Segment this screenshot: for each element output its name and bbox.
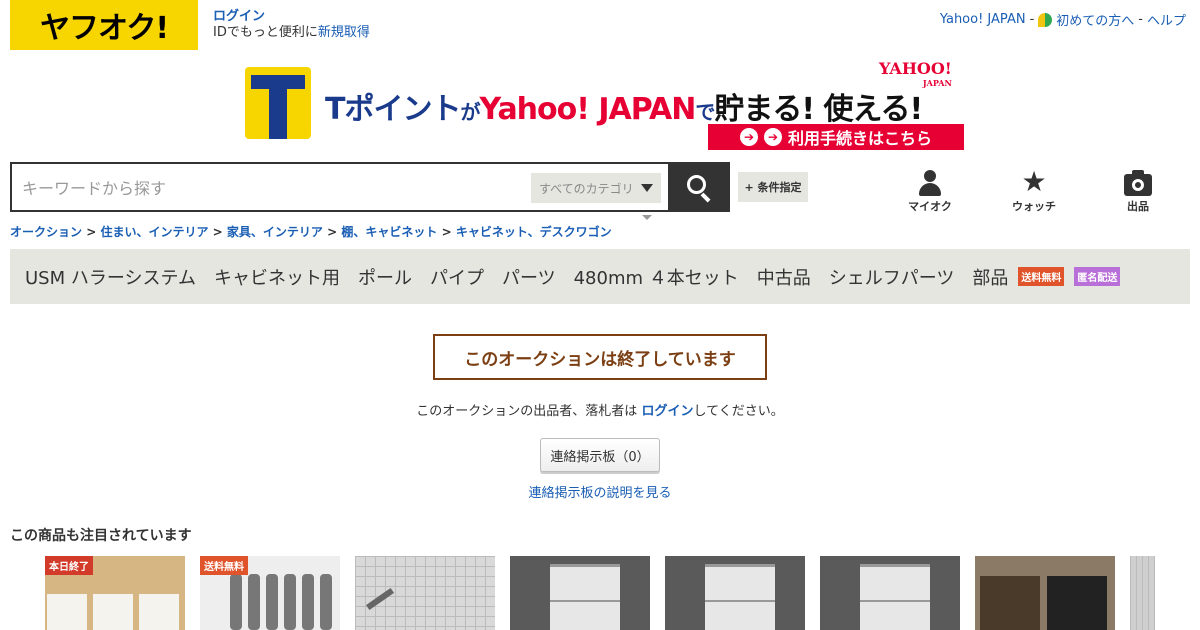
related-item-thumbnail[interactable]: 本日終了 — [45, 556, 185, 630]
related-item-thumbnail[interactable] — [510, 556, 650, 630]
search-bar: すべてのカテゴリ — [10, 162, 730, 212]
condition-button[interactable]: + 条件指定 — [738, 172, 808, 202]
message-board-button[interactable]: 連絡掲示板（0） — [540, 438, 660, 472]
related-item-thumbnail[interactable]: 送料無料 — [200, 556, 340, 630]
chevron-down-icon — [641, 184, 653, 192]
top-right-links: Yahoo! JAPAN - 初めての方へ - ヘルプ — [940, 10, 1186, 29]
yahuoku-logo[interactable]: ヤフオク! — [10, 0, 198, 50]
item-title-bar: USM ハラーシステム キャビネット用 ポール パイプ パーツ 480mm ４本… — [10, 249, 1190, 304]
search-box: すべてのカテゴリ — [10, 162, 670, 212]
auction-ended-banner: このオークションは終了しています — [433, 334, 767, 380]
beginners-link[interactable]: 初めての方へ — [1056, 10, 1134, 29]
tool-label: 出品 — [1127, 200, 1149, 213]
login-link[interactable]: ログイン — [213, 9, 370, 25]
anonymous-delivery-badge: 匿名配送 — [1074, 267, 1121, 286]
breadcrumb-item[interactable]: 家具、インテリア — [227, 225, 323, 239]
beginner-leaf-icon — [1038, 12, 1053, 27]
tool-label: ウォッチ — [1012, 200, 1056, 213]
my-auction-button[interactable]: マイオク — [900, 168, 960, 214]
message-board-help-link[interactable]: 連絡掲示板の説明を見る — [0, 482, 1200, 501]
breadcrumb-item[interactable]: 住まい、インテリア — [100, 225, 208, 239]
login-box: ログイン IDでもっと便利に新規取得 — [213, 9, 370, 41]
banner-headline: TポイントがYahoo! JAPANで貯まる! 使える! — [325, 92, 923, 127]
search-input[interactable] — [22, 174, 522, 202]
watch-button[interactable]: ★ ウォッチ — [1004, 168, 1064, 214]
free-shipping-tag: 送料無料 — [200, 556, 248, 575]
related-item-thumbnail[interactable] — [1130, 556, 1155, 630]
register-link[interactable]: 新規取得 — [318, 25, 370, 40]
id-text: IDでもっと便利に — [213, 25, 318, 40]
tpoint-card-icon — [245, 67, 311, 139]
related-item-thumbnail[interactable] — [975, 556, 1115, 630]
related-items-title: この商品も注目されています — [10, 528, 192, 544]
search-button[interactable] — [668, 162, 730, 212]
ended-message: このオークションの出品者、落札者は ログインしてください。 — [416, 404, 784, 419]
related-item-thumbnail[interactable] — [820, 556, 960, 630]
separator: - — [1138, 12, 1143, 27]
login-link[interactable]: ログイン — [641, 404, 693, 419]
banner-cta-label: 利用手続きはこちら — [787, 129, 932, 148]
breadcrumb: オークション > 住まい、インテリア > 家具、インテリア > 棚、キャビネット… — [10, 225, 612, 239]
banner-cta-button[interactable]: ➔ ➔ 利用手続きはこちら — [708, 124, 964, 150]
arrow-right-icon: ➔ — [763, 128, 782, 146]
tpoint-banner[interactable]: TポイントがYahoo! JAPANで貯まる! 使える! YAHOO! JAPA… — [245, 59, 965, 152]
related-item-thumbnail[interactable] — [355, 556, 495, 630]
free-shipping-badge: 送料無料 — [1018, 267, 1065, 286]
category-select-label: すべてのカテゴリ — [539, 181, 634, 196]
separator: - — [1029, 12, 1035, 27]
register-line: IDでもっと便利に新規取得 — [213, 25, 370, 41]
person-icon — [919, 170, 941, 196]
sell-button[interactable]: 出品 — [1108, 168, 1168, 214]
related-items-carousel: 本日終了 送料無料 — [45, 556, 1155, 630]
breadcrumb-item[interactable]: 棚、キャビネット — [341, 225, 437, 239]
help-link[interactable]: ヘルプ — [1147, 10, 1186, 29]
breadcrumb-item[interactable]: オークション — [10, 225, 82, 239]
star-icon: ★ — [1021, 165, 1047, 198]
caret-down-icon — [642, 215, 652, 220]
logo-text: ヤフオク! — [39, 11, 169, 46]
related-item-thumbnail[interactable] — [665, 556, 805, 630]
tool-label: マイオク — [908, 200, 952, 213]
ends-today-tag: 本日終了 — [45, 556, 93, 575]
yahoo-japan-logo: YAHOO! JAPAN — [879, 59, 952, 89]
search-icon — [687, 175, 711, 203]
camera-icon — [1124, 170, 1152, 196]
yahoo-japan-link[interactable]: Yahoo! JAPAN — [940, 12, 1026, 27]
item-title: USM ハラーシステム キャビネット用 ポール パイプ パーツ 480mm ４本… — [25, 267, 1009, 289]
arrow-right-icon: ➔ — [739, 128, 758, 146]
breadcrumb-item[interactable]: キャビネット、デスクワゴン — [456, 225, 612, 239]
category-select[interactable]: すべてのカテゴリ — [531, 173, 661, 203]
